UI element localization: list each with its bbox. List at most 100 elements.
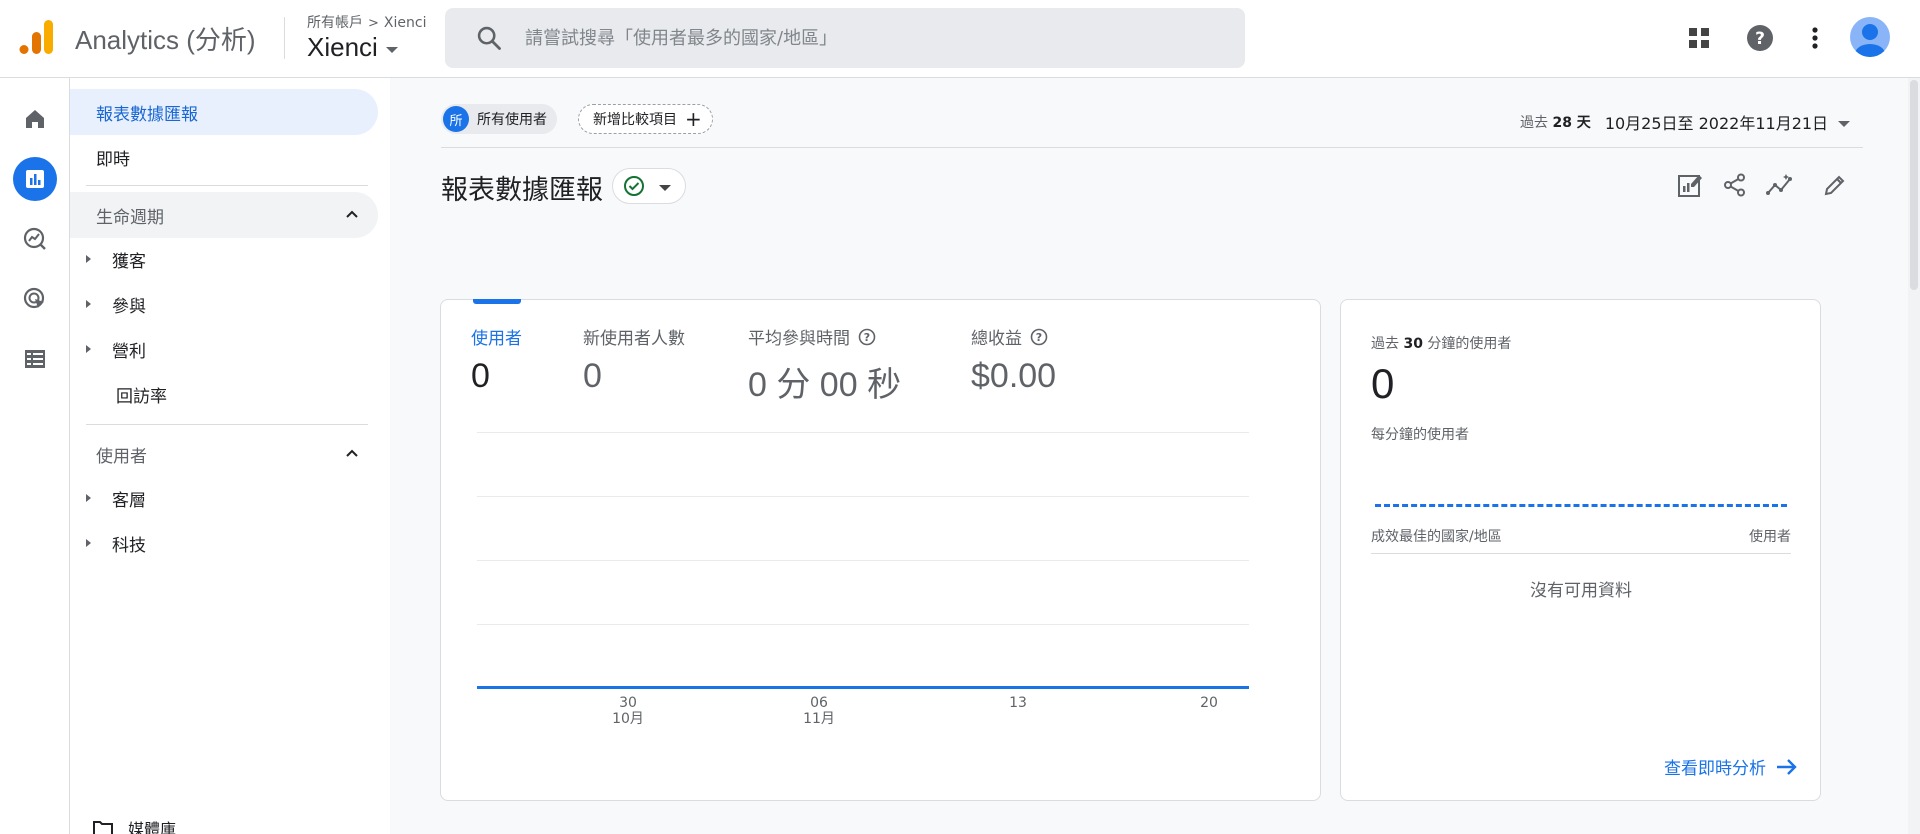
check-circle-icon	[624, 176, 644, 196]
page-scrollbar[interactable]	[1908, 78, 1920, 834]
header-divider	[441, 147, 1863, 148]
scrollbar-thumb[interactable]	[1910, 80, 1918, 290]
sidebar-item-realtime[interactable]: 即時	[70, 134, 378, 180]
all-users-label: 所有使用者	[477, 112, 547, 128]
rail-reports[interactable]	[13, 157, 57, 201]
account-breadcrumb[interactable]: 所有帳戶 > Xienci	[307, 12, 426, 32]
page-title: 報表數據匯報	[441, 175, 603, 206]
avatar[interactable]	[1850, 17, 1890, 57]
realtime-title: 過去 30 分鐘的使用者	[1371, 336, 1512, 352]
caret-down-icon	[659, 185, 671, 191]
sidebar-group-lifecycle[interactable]: 生命週期	[70, 192, 378, 238]
per-minute-label: 每分鐘的使用者	[1371, 427, 1469, 443]
search-icon	[477, 26, 501, 50]
comparison-chip-all-users[interactable]: 所 所有使用者	[441, 104, 557, 134]
sidebar-item-label: 即時	[96, 149, 130, 170]
sidebar-item-label: 回訪率	[116, 386, 167, 407]
share-button[interactable]	[1718, 168, 1752, 202]
more-options-button[interactable]	[1797, 20, 1833, 56]
metric-tab-engagement-time[interactable]: 平均參與時間 ? 0 分 00 秒	[748, 324, 901, 406]
expand-arrow-icon[interactable]	[86, 255, 91, 263]
sidebar-item-library[interactable]: 媒體庫	[92, 816, 176, 834]
caret-down-icon	[1838, 121, 1851, 127]
sidebar-item-tech[interactable]: 科技	[70, 521, 378, 565]
sidebar-item-label: 客層	[112, 490, 146, 511]
crumb-all-accounts[interactable]: 所有帳戶	[307, 15, 363, 31]
no-data-message: 沒有可用資料	[1530, 581, 1632, 601]
nav-rail	[0, 78, 70, 834]
sidebar-item-overview[interactable]: 報表數據匯報	[70, 89, 378, 135]
search-bar[interactable]	[445, 8, 1245, 68]
divider	[86, 424, 368, 425]
sidebar-item-demographics[interactable]: 客層	[70, 476, 378, 520]
expand-arrow-icon[interactable]	[86, 345, 91, 353]
x-tick: 13	[1009, 695, 1027, 711]
reports-sidebar: 報表數據匯報 即時 生命週期 獲客 參與 營利 回訪率 使用者 客層 科技 媒體…	[70, 78, 390, 834]
sidebar-item-label: 獲客	[112, 251, 146, 272]
metric-tab-new-users[interactable]: 新使用者人數 0	[583, 324, 685, 396]
insights-icon	[1766, 174, 1792, 195]
sidebar-item-label: 報表數據匯報	[96, 104, 198, 125]
app-title: Analytics (分析)	[75, 25, 256, 55]
metric-tab-revenue[interactable]: 總收益 ? $0.00	[971, 324, 1056, 396]
chart-series-line	[477, 686, 1249, 689]
apps-grid-button[interactable]	[1681, 20, 1717, 56]
search-input[interactable]	[525, 27, 1225, 49]
metric-label: 使用者	[471, 329, 522, 349]
view-realtime-link[interactable]: 查看即時分析	[1664, 754, 1798, 779]
x-tick: 20	[1200, 695, 1218, 711]
rail-advertising[interactable]	[13, 277, 57, 321]
metric-value: 0	[471, 357, 490, 395]
edit-button[interactable]	[1818, 168, 1852, 202]
avatar-icon	[1855, 24, 1885, 57]
expand-arrow-icon[interactable]	[86, 539, 91, 547]
arrow-right-icon	[1777, 758, 1797, 775]
sidebar-item-engagement[interactable]: 參與	[70, 282, 378, 326]
date-range-picker[interactable]: 過去 28 天 10月25日至 2022年11月21日	[1520, 110, 1851, 134]
realtime-card: 過去 30 分鐘的使用者 0 每分鐘的使用者 成效最佳的國家/地區 使用者 沒有…	[1340, 299, 1821, 801]
rail-explore[interactable]	[13, 217, 57, 261]
chevron-up-icon	[346, 210, 358, 218]
x-tick: 30 10月	[612, 695, 644, 727]
divider	[284, 17, 285, 59]
property-selector[interactable]: Xienci	[307, 32, 398, 63]
sidebar-item-monetization[interactable]: 營利	[70, 327, 378, 371]
more-vert-icon	[1812, 27, 1818, 49]
insights-button[interactable]	[1763, 168, 1797, 202]
crumb-account[interactable]: Xienci	[384, 15, 427, 31]
rail-home[interactable]	[13, 97, 57, 141]
sidebar-item-label: 營利	[112, 341, 146, 362]
expand-arrow-icon[interactable]	[86, 300, 91, 308]
rail-configure[interactable]	[13, 337, 57, 381]
help-button[interactable]: ?	[1742, 20, 1778, 56]
sidebar-group-user[interactable]: 使用者	[70, 431, 378, 477]
configure-icon	[25, 350, 45, 368]
per-minute-sparkline	[1375, 504, 1787, 507]
add-comparison-label: 新增比較項目	[593, 112, 677, 128]
all-users-badge: 所	[443, 106, 469, 132]
help-outline-icon[interactable]: ?	[1030, 328, 1048, 346]
sidebar-group-label: 生命週期	[96, 207, 164, 228]
analytics-logo-icon[interactable]	[18, 18, 54, 56]
top-countries-header: 成效最佳的國家/地區 使用者	[1371, 526, 1791, 546]
sidebar-item-label: 媒體庫	[128, 820, 177, 834]
active-tab-indicator	[473, 299, 521, 304]
home-icon	[26, 110, 44, 128]
report-status-menu[interactable]	[612, 168, 686, 204]
edit-report-icon	[1678, 175, 1702, 197]
share-icon	[1724, 173, 1745, 197]
metric-tab-users[interactable]: 使用者 0	[471, 324, 522, 396]
sidebar-item-label: 參與	[112, 296, 146, 317]
sidebar-item-acquisition[interactable]: 獲客	[70, 237, 378, 281]
plus-icon: +	[685, 107, 702, 131]
advertising-icon	[23, 287, 45, 309]
help-outline-icon[interactable]: ?	[858, 328, 876, 346]
customize-report-button[interactable]	[1673, 168, 1707, 202]
divider	[86, 185, 368, 186]
expand-arrow-icon[interactable]	[86, 494, 91, 502]
col-users: 使用者	[1749, 529, 1791, 545]
sidebar-item-retention[interactable]: 回訪率	[70, 372, 378, 416]
chart-gridline	[477, 496, 1249, 497]
realtime-value: 0	[1371, 360, 1395, 407]
add-comparison-button[interactable]: 新增比較項目 +	[578, 104, 713, 134]
